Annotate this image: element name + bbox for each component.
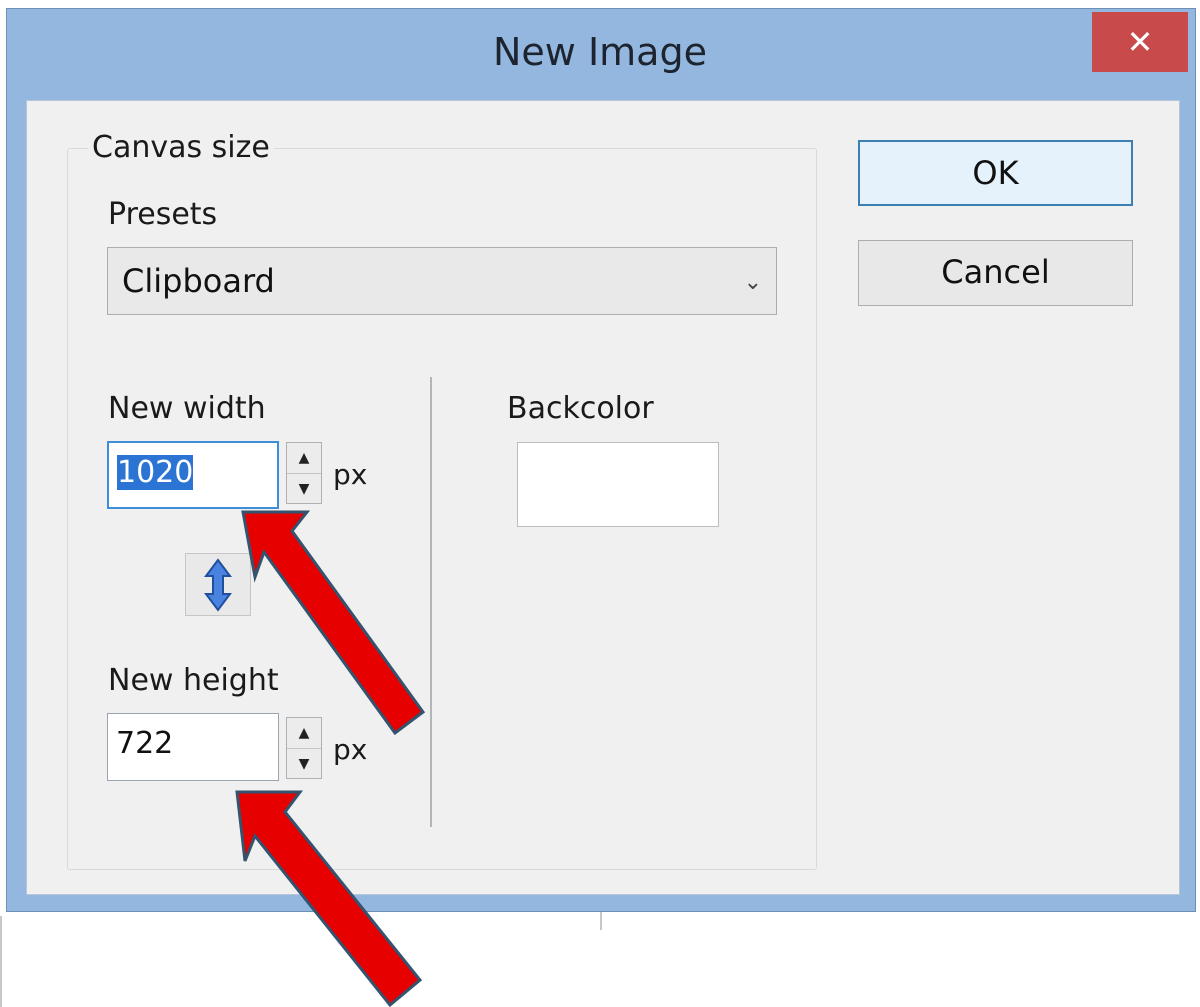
annotation-overlay bbox=[235, 510, 426, 1007]
red-arrow-height bbox=[235, 790, 423, 1007]
red-arrow-width bbox=[241, 510, 426, 736]
